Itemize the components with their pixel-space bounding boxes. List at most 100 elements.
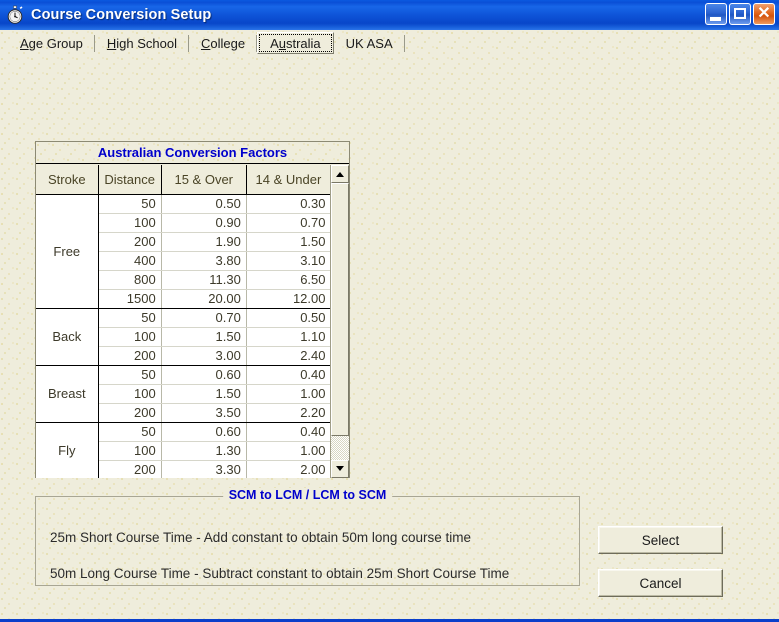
- cell-14-under[interactable]: 0.40: [246, 365, 330, 384]
- scroll-up-button[interactable]: [331, 165, 349, 183]
- cell-15-over[interactable]: 1.50: [161, 384, 246, 403]
- table-row[interactable]: Back500.700.50: [36, 308, 331, 327]
- scrollbar-track[interactable]: [331, 183, 349, 460]
- scroll-up-arrow-icon: [336, 172, 344, 177]
- table-header-row: Stroke Distance 15 & Over 14 & Under: [36, 165, 331, 194]
- cell-distance[interactable]: 800: [98, 270, 161, 289]
- col-header-15-over[interactable]: 15 & Over: [161, 165, 246, 194]
- minimize-button[interactable]: [705, 3, 727, 25]
- table-header: Stroke Distance 15 & Over 14 & Under: [36, 165, 331, 194]
- cell-15-over[interactable]: 11.30: [161, 270, 246, 289]
- col-header-stroke[interactable]: Stroke: [36, 165, 98, 194]
- cell-14-under[interactable]: 2.20: [246, 403, 330, 422]
- cell-15-over[interactable]: 1.50: [161, 327, 246, 346]
- cell-distance[interactable]: 200: [98, 403, 161, 422]
- cell-distance[interactable]: 100: [98, 441, 161, 460]
- cell-14-under[interactable]: 0.70: [246, 213, 330, 232]
- tab-australia[interactable]: Australia: [257, 32, 334, 54]
- conversion-table: Stroke Distance 15 & Over 14 & Under Fre…: [36, 165, 331, 478]
- groupbox-line-2: 50m Long Course Time - Subtract constant…: [50, 566, 509, 581]
- focus-rectangle: [259, 34, 332, 52]
- cell-14-under[interactable]: 1.00: [246, 384, 330, 403]
- scroll-down-button[interactable]: [331, 460, 349, 478]
- close-icon: ✕: [754, 4, 774, 24]
- cell-14-under[interactable]: 2.00: [246, 460, 330, 478]
- cell-14-under[interactable]: 12.00: [246, 289, 330, 308]
- cell-14-under[interactable]: 0.30: [246, 194, 330, 213]
- cell-distance[interactable]: 50: [98, 308, 161, 327]
- scrollbar-thumb[interactable]: [331, 183, 349, 436]
- window-controls: ✕: [705, 3, 775, 25]
- cell-15-over[interactable]: 1.30: [161, 441, 246, 460]
- tab-label: College: [201, 36, 245, 51]
- cell-15-over[interactable]: 0.90: [161, 213, 246, 232]
- conversion-table-panel: Australian Conversion Factors Stroke Dis…: [35, 141, 350, 478]
- cell-distance[interactable]: 50: [98, 422, 161, 441]
- cell-14-under[interactable]: 3.10: [246, 251, 330, 270]
- tab-high-school[interactable]: High School: [95, 32, 189, 54]
- table-row[interactable]: Fly500.600.40: [36, 422, 331, 441]
- cell-15-over[interactable]: 1.90: [161, 232, 246, 251]
- conversion-table-scroll-viewport[interactable]: Stroke Distance 15 & Over 14 & Under Fre…: [36, 165, 331, 478]
- scroll-down-arrow-icon: [336, 466, 344, 471]
- cell-14-under[interactable]: 1.50: [246, 232, 330, 251]
- cell-stroke[interactable]: Free: [36, 194, 98, 308]
- cell-15-over[interactable]: 3.50: [161, 403, 246, 422]
- maximize-button[interactable]: [729, 3, 751, 25]
- select-button[interactable]: Select: [598, 526, 723, 554]
- client-area: Age Group High School College Australia …: [0, 30, 779, 619]
- cell-15-over[interactable]: 3.30: [161, 460, 246, 478]
- cell-distance[interactable]: 100: [98, 384, 161, 403]
- groupbox-line-1: 25m Short Course Time - Add constant to …: [50, 530, 471, 545]
- cell-14-under[interactable]: 6.50: [246, 270, 330, 289]
- cell-14-under[interactable]: 1.10: [246, 327, 330, 346]
- cell-15-over[interactable]: 0.70: [161, 308, 246, 327]
- tab-label: Age Group: [20, 36, 83, 51]
- cell-14-under[interactable]: 0.40: [246, 422, 330, 441]
- cell-15-over[interactable]: 20.00: [161, 289, 246, 308]
- cell-distance[interactable]: 200: [98, 346, 161, 365]
- cell-15-over[interactable]: 0.50: [161, 194, 246, 213]
- maximize-icon: [734, 8, 746, 19]
- cell-15-over[interactable]: 0.60: [161, 365, 246, 384]
- table-title: Australian Conversion Factors: [36, 142, 349, 164]
- cell-stroke[interactable]: Fly: [36, 422, 98, 478]
- col-header-distance[interactable]: Distance: [98, 165, 161, 194]
- cell-14-under[interactable]: 2.40: [246, 346, 330, 365]
- cell-stroke[interactable]: Back: [36, 308, 98, 365]
- cell-distance[interactable]: 50: [98, 365, 161, 384]
- table-vertical-scrollbar[interactable]: [330, 165, 348, 478]
- minimize-icon: [710, 17, 721, 21]
- scm-lcm-groupbox: SCM to LCM / LCM to SCM 25m Short Course…: [35, 496, 580, 586]
- col-header-14-under[interactable]: 14 & Under: [246, 165, 330, 194]
- cell-distance[interactable]: 50: [98, 194, 161, 213]
- cell-15-over[interactable]: 3.80: [161, 251, 246, 270]
- table-row[interactable]: Free500.500.30: [36, 194, 331, 213]
- tab-age-group[interactable]: Age Group: [8, 32, 95, 54]
- cell-stroke[interactable]: Breast: [36, 365, 98, 422]
- cell-14-under[interactable]: 1.00: [246, 441, 330, 460]
- title-bar[interactable]: Course Conversion Setup ✕: [0, 0, 779, 30]
- cell-distance[interactable]: 400: [98, 251, 161, 270]
- close-button[interactable]: ✕: [753, 3, 775, 25]
- cell-distance[interactable]: 200: [98, 232, 161, 251]
- tab-college[interactable]: College: [189, 32, 257, 54]
- cell-distance[interactable]: 100: [98, 327, 161, 346]
- tab-uk-asa[interactable]: UK ASA: [334, 32, 405, 54]
- application-window: Course Conversion Setup ✕ Age Group High…: [0, 0, 779, 622]
- tab-separator: [404, 35, 405, 52]
- cell-15-over[interactable]: 3.00: [161, 346, 246, 365]
- cell-distance[interactable]: 200: [98, 460, 161, 478]
- cancel-button[interactable]: Cancel: [598, 569, 723, 597]
- tab-page-australia: Australian Conversion Factors Stroke Dis…: [0, 56, 779, 619]
- table-row[interactable]: Breast500.600.40: [36, 365, 331, 384]
- window-title: Course Conversion Setup: [31, 7, 211, 23]
- tab-label: High School: [107, 36, 177, 51]
- stopwatch-icon: [5, 5, 25, 25]
- tab-strip: Age Group High School College Australia …: [0, 30, 779, 56]
- cell-distance[interactable]: 100: [98, 213, 161, 232]
- cell-15-over[interactable]: 0.60: [161, 422, 246, 441]
- cell-distance[interactable]: 1500: [98, 289, 161, 308]
- cell-14-under[interactable]: 0.50: [246, 308, 330, 327]
- tab-label: UK ASA: [346, 36, 393, 51]
